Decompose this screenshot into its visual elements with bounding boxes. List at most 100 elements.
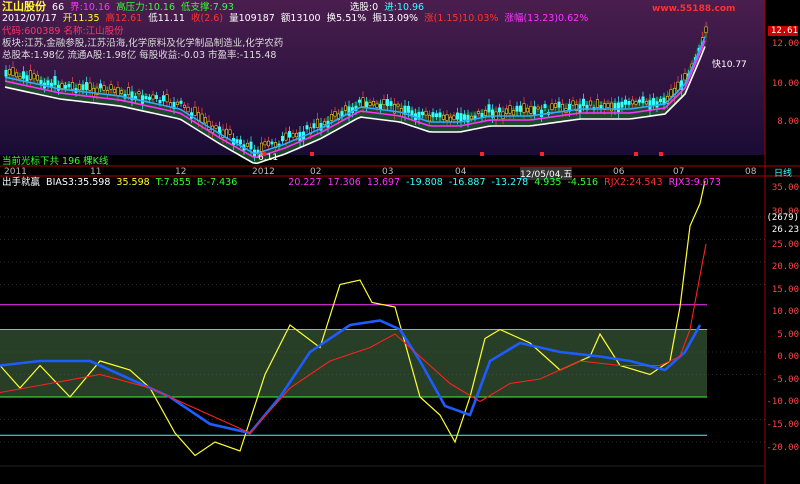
candle-body — [343, 105, 347, 111]
candle-body — [263, 141, 267, 146]
price-axis-8: 8.00 — [777, 117, 799, 127]
period-selector[interactable]: 日线 — [774, 166, 792, 179]
candle-body — [620, 101, 624, 108]
signal-marker — [659, 152, 663, 156]
candle-body — [315, 118, 319, 128]
candle-body — [368, 102, 372, 106]
candle-body — [375, 103, 379, 108]
indicator-v7: -13.278 — [491, 177, 529, 188]
candle-body — [364, 101, 368, 108]
candle-body — [669, 89, 673, 97]
candle-body — [487, 104, 491, 113]
sector-info: 板块:江苏,金融参股,江苏沿海,化学原料及化学制品制造业,化学农药 — [2, 38, 284, 49]
candle-body — [4, 69, 8, 77]
signal-marker — [634, 152, 638, 156]
candle-body — [676, 81, 680, 91]
signal-marker — [310, 152, 314, 156]
candle-body — [525, 107, 529, 113]
date-label-04: 04 — [455, 167, 467, 177]
candle-body — [476, 111, 480, 114]
indicator-v2: 20.227 — [288, 177, 322, 188]
limit-change: 涨幅(13.23)0.62% — [504, 13, 589, 24]
price-axis-10: 10.00 — [771, 79, 799, 89]
candle-body — [469, 115, 473, 120]
amplitude: 振13.09% — [372, 13, 419, 24]
indicator-name: 出手就赢 — [2, 177, 41, 188]
indicator-b: B:-7.436 — [196, 177, 238, 188]
candle-body — [529, 105, 533, 114]
candle-body — [116, 87, 120, 96]
rjx3-value: RJX3:9.073 — [668, 177, 721, 188]
candle-body — [312, 123, 316, 129]
candle-body — [235, 139, 239, 144]
candle-body — [630, 99, 634, 105]
candle-body — [11, 67, 15, 76]
amount: 额13100 — [280, 13, 321, 24]
capital-info: 总股本:1.98亿 流通A股:1.98亿 每股收益:-0.03 市盈率:-115… — [2, 50, 277, 61]
candle-body — [32, 73, 36, 80]
candle-body — [536, 106, 540, 110]
indicator-v1: 35.598 — [116, 177, 150, 188]
low-price-label: 6.11 — [258, 153, 279, 163]
candle-body — [438, 112, 442, 118]
candle-body — [109, 84, 113, 90]
candle-body — [634, 101, 638, 105]
candle-body — [28, 70, 32, 80]
candle-body — [340, 111, 344, 117]
date-label-07: 07 — [673, 167, 685, 177]
chart-canvas[interactable] — [0, 0, 800, 484]
candle-body — [455, 112, 459, 120]
candle-body — [266, 140, 270, 147]
date-label-03: 03 — [382, 167, 394, 177]
open-price: 开11.35 — [62, 13, 100, 24]
candle-body — [641, 96, 645, 104]
indicator-v4: 13.697 — [366, 177, 401, 188]
candle-body — [588, 100, 592, 106]
fast-line-label: 快10.77 — [712, 60, 747, 70]
candle-body — [270, 141, 274, 145]
candle-body — [627, 101, 631, 105]
candle-body — [158, 100, 162, 104]
candle-body — [18, 76, 22, 80]
indicator-v8: 4.935 — [534, 177, 562, 188]
candle-body — [120, 90, 124, 94]
candle-body — [46, 80, 50, 86]
pressure-value: 高压力:10.16 — [116, 2, 175, 13]
candle-body — [179, 100, 183, 104]
stock-code-info: 代码:600389 名称:江山股份 — [2, 26, 124, 37]
indicator-t: T:7.855 — [155, 177, 191, 188]
ind-current-value: 26.23 — [771, 225, 799, 235]
candle-body — [462, 114, 466, 120]
ind-axis-10: 10.00 — [771, 307, 799, 317]
date-label-2012: 2012 — [252, 167, 275, 177]
signal-marker — [480, 152, 484, 156]
candle-body — [99, 83, 103, 89]
candle-body — [333, 111, 337, 117]
price-axis-12: 12.00 — [771, 39, 799, 49]
ind-axis-m10: -10.00 — [766, 397, 799, 407]
candle-body — [452, 115, 456, 120]
candle-body — [357, 99, 361, 103]
indicator-v6: -16.887 — [448, 177, 486, 188]
jin-value: 进:10.96 — [384, 2, 425, 13]
candle-body — [144, 96, 148, 100]
high-price: 高12.61 — [105, 13, 143, 24]
rjx2-value: RJX2:24.543 — [604, 177, 663, 188]
candle-body — [291, 133, 295, 138]
turnover: 换5.51% — [326, 13, 367, 24]
candle-body — [141, 95, 145, 104]
candle-body — [371, 101, 375, 106]
candle-body — [294, 132, 298, 138]
candle-body — [259, 142, 263, 152]
indicator-v3: 17.306 — [327, 177, 361, 188]
quote-date: 2012/07/17 — [2, 13, 57, 24]
date-label-12: 12 — [175, 167, 187, 177]
candle-body — [518, 105, 522, 112]
candle-body — [648, 100, 652, 110]
candle-body — [595, 99, 599, 108]
price-tag-top: 12.61 — [768, 26, 798, 36]
candle-body — [246, 142, 250, 147]
candle-body — [165, 94, 169, 103]
candle-body — [427, 114, 431, 122]
candle-body — [21, 71, 25, 79]
